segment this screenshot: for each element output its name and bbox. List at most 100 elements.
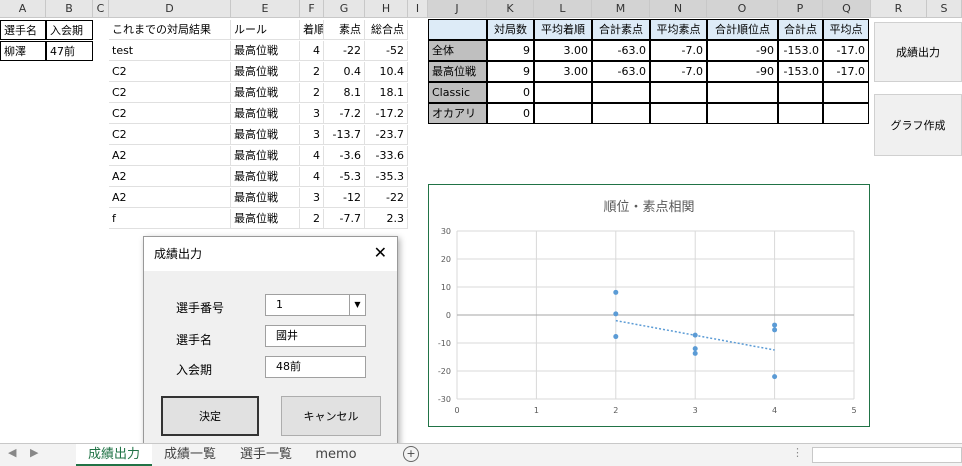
results-header-cell[interactable]: これまでの対局結果 <box>109 20 231 40</box>
results-cell[interactable]: C2 <box>109 62 231 82</box>
summary-cell[interactable]: 3.00 <box>534 61 592 82</box>
graph-button[interactable]: グラフ作成 <box>874 94 962 156</box>
close-icon[interactable]: ✕ <box>374 243 387 262</box>
results-cell[interactable]: A2 <box>109 188 231 208</box>
player-name-header[interactable]: 選手名 <box>0 20 46 40</box>
column-header-S[interactable]: S <box>927 0 962 18</box>
tab-grade-list[interactable]: 成績一覧 <box>152 444 228 466</box>
summary-header-cell[interactable]: 平均着順 <box>534 19 592 40</box>
column-header-K[interactable]: K <box>487 0 534 18</box>
summary-cell[interactable]: 3.00 <box>534 40 592 61</box>
summary-cell[interactable] <box>778 103 823 124</box>
summary-cell[interactable]: 0 <box>487 82 534 103</box>
summary-cell[interactable] <box>707 103 778 124</box>
summary-cell[interactable]: -17.0 <box>823 61 869 82</box>
summary-cell[interactable]: オカアリ <box>428 103 487 124</box>
data-point[interactable] <box>692 332 698 338</box>
summary-cell[interactable] <box>592 103 650 124</box>
results-cell[interactable]: C2 <box>109 125 231 145</box>
results-cell[interactable]: 2 <box>300 62 324 82</box>
summary-cell[interactable]: 9 <box>487 40 534 61</box>
add-sheet-icon[interactable]: + <box>403 446 419 462</box>
results-cell[interactable]: A2 <box>109 146 231 166</box>
results-cell[interactable]: -33.6 <box>365 146 408 166</box>
summary-cell[interactable] <box>823 103 869 124</box>
summary-cell[interactable] <box>823 82 869 103</box>
column-header-A[interactable]: A <box>0 0 46 18</box>
join-term-field[interactable]: 48前 <box>265 356 366 378</box>
results-cell[interactable]: -13.7 <box>324 125 365 145</box>
results-cell[interactable]: 最高位戦 <box>231 167 300 187</box>
results-cell[interactable]: -17.2 <box>365 104 408 124</box>
horizontal-scrollbar[interactable] <box>812 447 962 463</box>
results-cell[interactable]: -5.3 <box>324 167 365 187</box>
column-header-L[interactable]: L <box>534 0 592 18</box>
data-point[interactable] <box>772 327 778 333</box>
results-cell[interactable]: -12 <box>324 188 365 208</box>
tab-grade-output[interactable]: 成績出力 <box>76 444 152 466</box>
column-header-N[interactable]: N <box>650 0 707 18</box>
column-header-F[interactable]: F <box>300 0 324 18</box>
summary-header-cell[interactable] <box>428 19 487 40</box>
results-cell[interactable]: 最高位戦 <box>231 188 300 208</box>
data-point[interactable] <box>772 374 778 380</box>
summary-cell[interactable]: -7.0 <box>650 40 707 61</box>
summary-header-cell[interactable]: 合計順位点 <box>707 19 778 40</box>
column-header-O[interactable]: O <box>707 0 778 18</box>
results-cell[interactable]: A2 <box>109 167 231 187</box>
results-cell[interactable]: C2 <box>109 83 231 103</box>
column-header-M[interactable]: M <box>592 0 650 18</box>
results-cell[interactable]: 4 <box>300 167 324 187</box>
column-header-C[interactable]: C <box>93 0 109 18</box>
chevron-left-icon[interactable]: ◀ <box>8 446 16 459</box>
column-header-D[interactable]: D <box>109 0 231 18</box>
column-header-E[interactable]: E <box>231 0 300 18</box>
player-name-value[interactable]: 柳澤 <box>0 41 46 61</box>
player-name-field[interactable]: 國井 <box>265 325 366 347</box>
summary-header-cell[interactable]: 平均素点 <box>650 19 707 40</box>
summary-cell[interactable]: -63.0 <box>592 61 650 82</box>
results-header-cell[interactable]: 着順 <box>300 20 324 40</box>
chevron-down-icon[interactable]: ▼ <box>349 295 365 315</box>
results-cell[interactable]: 2.3 <box>365 209 408 229</box>
results-cell[interactable]: 2 <box>300 83 324 103</box>
join-term-header[interactable]: 入会期 <box>46 20 93 40</box>
column-header-G[interactable]: G <box>324 0 365 18</box>
summary-header-cell[interactable]: 合計点 <box>778 19 823 40</box>
tab-player-list[interactable]: 選手一覧 <box>228 444 304 466</box>
column-header-P[interactable]: P <box>778 0 823 18</box>
results-cell[interactable]: -22 <box>365 188 408 208</box>
results-cell[interactable]: 最高位戦 <box>231 146 300 166</box>
summary-cell[interactable] <box>534 103 592 124</box>
column-header-B[interactable]: B <box>46 0 93 18</box>
results-cell[interactable]: 10.4 <box>365 62 408 82</box>
results-header-cell[interactable]: ルール <box>231 20 300 40</box>
results-cell[interactable]: 2 <box>300 209 324 229</box>
results-cell[interactable]: f <box>109 209 231 229</box>
results-cell[interactable]: -52 <box>365 41 408 61</box>
results-cell[interactable]: -23.7 <box>365 125 408 145</box>
results-cell[interactable]: 4 <box>300 41 324 61</box>
scatter-chart[interactable]: 順位・素点相関 0 1 2 3 4 5 30 20 10 0 -10 -20 -30 <box>428 184 870 427</box>
results-cell[interactable]: 最高位戦 <box>231 125 300 145</box>
results-cell[interactable]: -3.6 <box>324 146 365 166</box>
summary-cell[interactable]: -90 <box>707 61 778 82</box>
more-icon[interactable]: ⋮ <box>792 446 803 459</box>
results-cell[interactable]: 最高位戦 <box>231 83 300 103</box>
results-cell[interactable]: -35.3 <box>365 167 408 187</box>
output-button[interactable]: 成績出力 <box>874 22 962 82</box>
data-point[interactable] <box>613 289 619 295</box>
summary-cell[interactable] <box>534 82 592 103</box>
chevron-right-icon[interactable]: ▶ <box>30 446 38 459</box>
summary-cell[interactable]: -17.0 <box>823 40 869 61</box>
summary-header-cell[interactable]: 合計素点 <box>592 19 650 40</box>
column-header-Q[interactable]: Q <box>823 0 871 18</box>
column-header-H[interactable]: H <box>365 0 408 18</box>
join-term-value[interactable]: 47前 <box>46 41 93 61</box>
summary-cell[interactable] <box>592 82 650 103</box>
ok-button[interactable]: 決定 <box>161 396 259 436</box>
summary-cell[interactable] <box>650 82 707 103</box>
tab-memo[interactable]: memo <box>304 444 368 466</box>
results-cell[interactable]: 3 <box>300 104 324 124</box>
column-header-I[interactable]: I <box>408 0 428 18</box>
